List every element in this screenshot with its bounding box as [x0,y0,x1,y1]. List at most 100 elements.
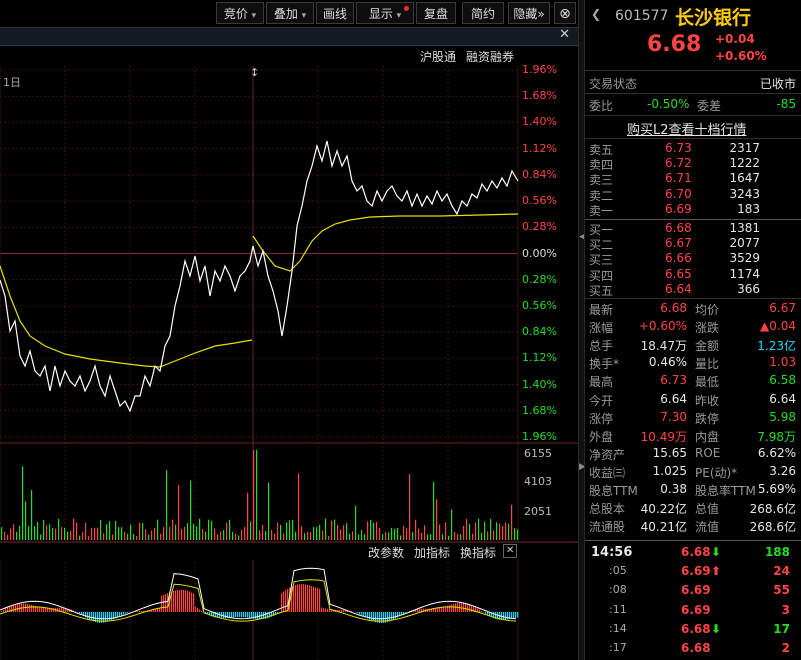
stat-label: 净资产 [589,447,626,462]
display-button[interactable]: 显示 ▾ [356,2,414,24]
tick-price: 6.68 [681,545,711,559]
draw-line-button[interactable]: 画线 [316,2,354,24]
chart-close-icon[interactable]: ✕ [559,27,570,42]
hk-connect-link[interactable]: 沪股通 [420,48,456,65]
stat-label: 跌停 [695,411,720,426]
simple-button[interactable]: 简约 [462,2,504,24]
chevron-down-icon: ▾ [396,11,402,21]
pct-tick-down: 0.28% [522,272,557,286]
l2-upgrade-link[interactable]: 购买L2查看十档行情 [627,119,747,138]
close-circle-button[interactable]: ⊗ [554,2,576,24]
replay-button[interactable]: 复盘 [416,2,456,24]
stat-value: 7.30 [660,409,687,424]
chart-link-bar: 沪股通 融资融券 [0,46,578,66]
stat-label: 涨停 [589,411,614,426]
intraday-chart[interactable] [0,66,578,660]
price-line [0,245,254,413]
weicha-label: 委差 [697,99,722,113]
stat-value: ▲0.04 [760,319,796,334]
notification-dot-icon [404,6,409,11]
stat-value: 40.22亿 [640,502,687,517]
stat-label: 金额 [695,339,720,354]
ask-volume: 3243 [729,186,760,201]
bid-volume: 2077 [729,236,760,251]
bid-price: 6.67 [665,236,692,251]
stat-label: 外盘 [589,429,614,444]
hide-button[interactable]: 隐藏» [508,2,550,24]
tick-price: 6.68 [681,621,711,636]
stat-value: 6.73 [660,373,687,388]
stat-value: 0.46% [648,355,687,370]
overlay-button[interactable]: 叠加 ▾ [266,2,314,24]
volume-tick-low: 2051 [524,505,552,518]
chevron-down-icon: ▾ [301,11,307,21]
pct-tick-up: 1.40% [522,115,557,129]
bid-price: 6.68 [665,221,692,235]
stock-code: 601577 [615,8,669,24]
add-indicator-button[interactable]: 加指标 [414,544,450,561]
stat-value: 7.98万 [757,429,796,444]
stat-value: 5.98 [769,409,796,424]
switch-indicator-button[interactable]: 换指标 [460,544,496,561]
stat-label: 涨跌 [695,321,720,336]
tick-price: 6.69 [681,583,711,598]
weibi-value: -0.50% [647,97,690,111]
tick-time: :05 [609,564,627,578]
ask-price: 6.72 [665,156,692,171]
bid-volume: 366 [737,281,760,296]
back-arrow-icon[interactable]: ❮ [591,7,601,21]
volume-tick-top: 6155 [524,447,552,460]
bid-volume: 3529 [729,251,760,266]
stat-label: 内盘 [695,429,720,444]
stat-value: 268.6亿 [749,502,796,517]
margin-trading-link[interactable]: 融资融券 [466,48,514,65]
pct-tick-down: 1.12% [522,351,557,365]
pct-tick-up: 0.56% [522,194,557,208]
stat-value: 6.68 [660,301,687,315]
stat-label: 涨幅 [589,321,614,336]
tick-price: 6.69 [681,564,711,579]
ask-price: 6.71 [665,171,692,186]
stat-label: 流值 [695,520,720,535]
stat-value: 5.69% [757,482,796,496]
pct-tick-down: 1.40% [522,377,557,391]
tick-time: 14:56 [591,545,633,560]
toolbar: 竞价 ▾ 叠加 ▾ 画线 显示 ▾ 复盘 简约 隐藏» ⊗ [0,0,580,28]
volume-tick-mid: 4103 [524,475,552,488]
stat-value: 6.67 [769,301,796,315]
pct-tick-down: 1.68% [522,403,557,417]
stat-value: +0.60% [638,319,687,334]
close-indicator-icon[interactable]: ✕ [503,544,518,558]
stat-value: 10.49万 [640,429,687,444]
bid-price: 6.66 [665,251,692,266]
bid-price: 6.65 [665,266,692,281]
stat-value: 6.64 [769,391,796,406]
bidding-label: 竞价 [223,7,248,21]
bid-volume: 1381 [729,221,760,235]
pct-tick-down: 0.84% [522,325,557,339]
stat-label: 收益㈢ [589,465,626,480]
bid-volume: 1174 [729,266,760,281]
pct-tick-up: 0.84% [522,167,557,181]
double-chevron-right-icon: » [537,7,545,21]
period-label: 1日 [3,76,21,89]
arrow-down-icon: ⬇ [711,545,722,559]
stat-label: 最新 [589,303,614,317]
stat-value: 6.58 [769,373,796,388]
ask-label: 卖一 [589,203,614,218]
bidding-button[interactable]: 竞价 ▾ [216,2,264,24]
ask-volume: 1647 [729,171,760,186]
weicha-value: -85 [776,97,796,111]
tick-volume: 188 [764,545,790,559]
stat-label: PE(动)* [695,465,738,480]
stat-label: 总手 [589,339,614,354]
modify-params-button[interactable]: 改参数 [368,544,404,561]
weibi-label: 委比 [589,99,614,113]
arrow-up-icon: ⬆ [711,564,722,579]
pct-tick-down: 1.96% [522,430,557,443]
trade-status: 已收市 [759,77,796,91]
stat-value: 3.26 [769,463,796,478]
pct-tick-up: 1.68% [522,89,557,103]
tick-volume: 55 [773,583,790,598]
stat-label: 最高 [589,375,614,390]
